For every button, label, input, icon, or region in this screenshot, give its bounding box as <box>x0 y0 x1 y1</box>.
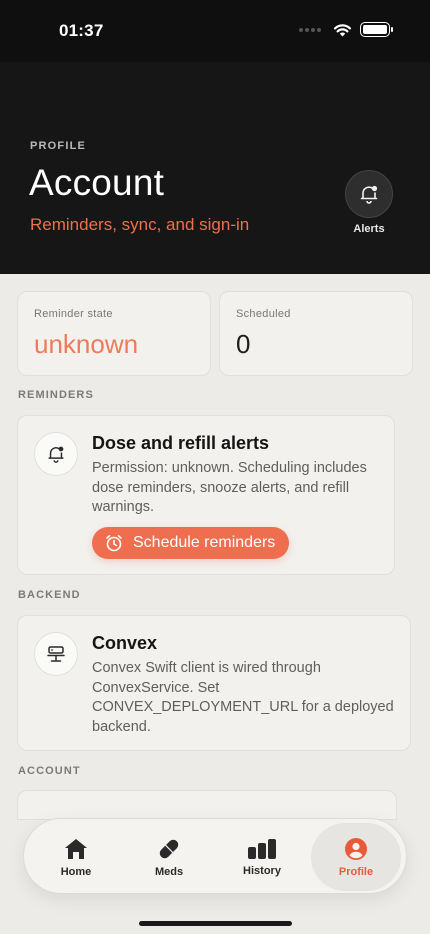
tab-profile[interactable]: Profile <box>311 823 401 891</box>
scheduled-card: Scheduled 0 <box>219 291 413 376</box>
card-body-line: ConvexService. Set <box>92 679 220 696</box>
section-label-account: ACCOUNT <box>18 765 81 777</box>
card-body-line: backend. <box>92 718 151 735</box>
home-icon <box>65 838 87 859</box>
card-body-line: dose reminders, snooze alerts, and refil… <box>92 479 350 496</box>
header-eyebrow: PROFILE <box>30 140 87 152</box>
status-time: 01:37 <box>59 21 104 40</box>
tab-bar: Home Meds History Profile <box>23 818 407 894</box>
stat-label: Scheduled <box>236 308 291 320</box>
bell-alert-icon <box>34 432 78 476</box>
battery-icon <box>360 22 393 37</box>
card-body: Convex Swift client is wired through Con… <box>92 659 394 737</box>
reminder-state-card: Reminder state unknown <box>17 291 211 376</box>
status-bar: 01:37 <box>0 0 430 62</box>
card-title: Dose and refill alerts <box>92 433 270 453</box>
alerts-label: Alerts <box>353 223 385 235</box>
schedule-reminders-label: Schedule reminders <box>133 534 276 551</box>
person-icon <box>345 837 367 860</box>
tab-label: History <box>243 864 281 877</box>
section-label-backend: BACKEND <box>18 589 81 601</box>
tab-label: Home <box>60 865 92 878</box>
card-body-line: CONVEX_DEPLOYMENT_URL for a deployed <box>92 699 394 715</box>
section-label-reminders: REMINDERS <box>18 389 94 401</box>
card-body-line: Convex Swift client is wired through <box>92 660 321 676</box>
convex-card: Convex Convex Swift client is wired thro… <box>17 615 411 751</box>
pill-icon <box>159 839 179 858</box>
alarm-clock-icon <box>106 535 122 552</box>
status-icons <box>299 22 393 37</box>
server-icon <box>34 632 78 676</box>
bell-alert-icon <box>360 185 378 204</box>
tab-history[interactable]: History <box>217 819 307 895</box>
wifi-icon <box>333 23 352 36</box>
page-subtitle: Reminders, sync, and sign-in <box>30 215 250 234</box>
tab-home[interactable]: Home <box>31 819 121 895</box>
account-card <box>17 790 397 820</box>
home-indicator[interactable] <box>139 921 292 926</box>
reminder-state-value: unknown <box>34 329 139 359</box>
card-title: Convex <box>92 633 158 653</box>
stat-label: Reminder state <box>34 308 113 320</box>
alerts-button[interactable] <box>345 170 393 218</box>
profile-header: PROFILE Account Reminders, sync, and sig… <box>0 62 430 274</box>
tab-label: Meds <box>154 865 184 878</box>
page-title: Account <box>29 162 165 203</box>
cellular-signal-icon <box>299 27 321 32</box>
schedule-reminders-button[interactable]: Schedule reminders <box>92 527 290 559</box>
dose-refill-alerts-card: Dose and refill alerts Permission: unkno… <box>17 415 395 575</box>
bar-chart-icon <box>248 838 276 859</box>
scheduled-count: 0 <box>236 329 251 359</box>
card-body-line: warnings. <box>92 499 155 515</box>
tab-meds[interactable]: Meds <box>124 819 214 895</box>
tab-label: Profile <box>338 865 374 878</box>
card-body: Permission: unknown. Scheduling includes… <box>92 459 367 518</box>
card-body-line: Permission: unknown. Scheduling includes <box>92 460 367 476</box>
